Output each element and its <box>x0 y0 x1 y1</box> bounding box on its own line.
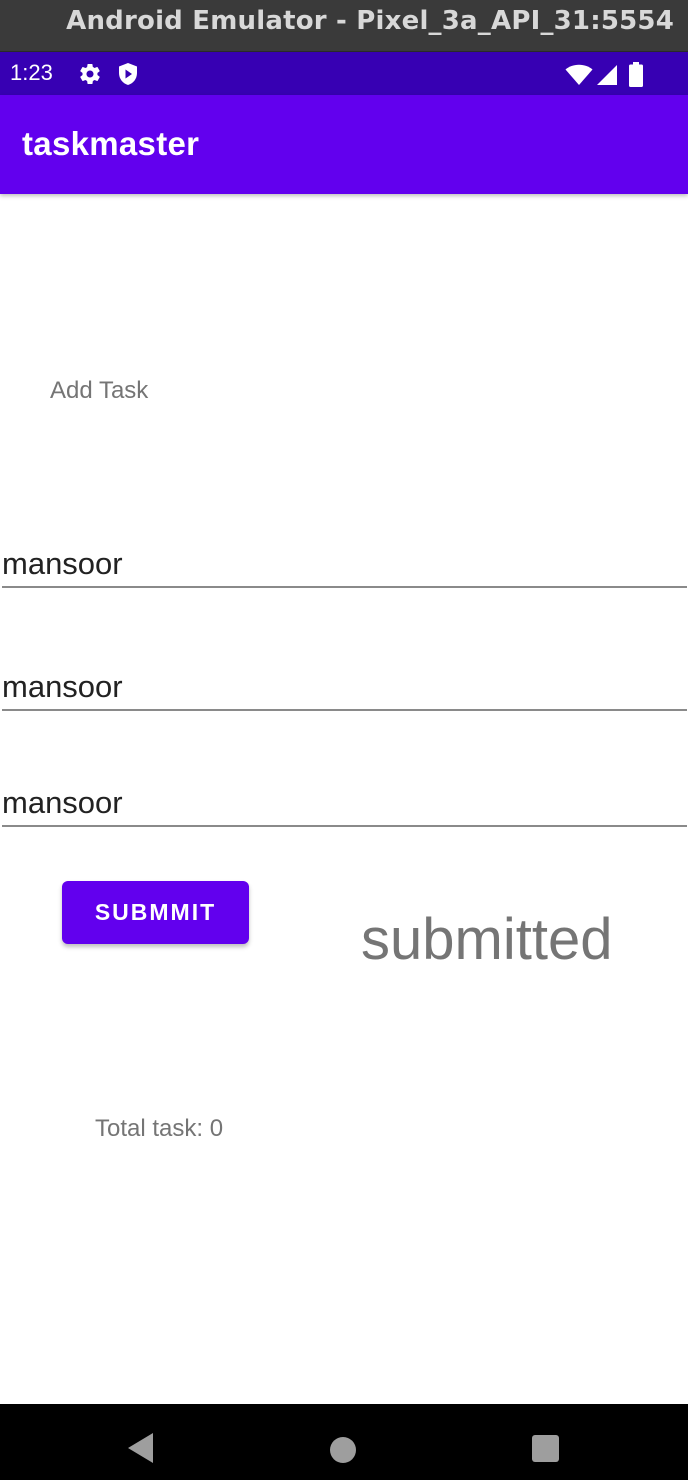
signal-icon <box>597 65 617 85</box>
recents-icon[interactable] <box>532 1435 559 1462</box>
wifi-icon <box>565 64 593 85</box>
task-state-field[interactable]: mansoor <box>2 767 687 827</box>
gear-icon <box>80 64 100 85</box>
emulator-window-titlebar: Android Emulator - Pixel_3a_API_31:5554 <box>0 0 688 52</box>
total-task-count: Total task: 0 <box>95 1115 224 1142</box>
submit-button-label: SUBMMIT <box>94 899 217 925</box>
task-title-field[interactable]: mansoor <box>2 528 687 588</box>
app-title: taskmaster <box>22 125 200 162</box>
add-task-heading: Add Task <box>50 377 149 404</box>
status-bar: 1:23 <box>0 52 688 95</box>
back-icon[interactable] <box>127 1432 155 1464</box>
system-navigation-bar <box>0 1404 688 1480</box>
task-body-value: mansoor <box>2 669 123 704</box>
task-state-value: mansoor <box>2 785 123 820</box>
task-title-value: mansoor <box>2 546 123 581</box>
battery-icon <box>629 62 643 87</box>
shield-icon <box>119 63 137 85</box>
home-icon[interactable] <box>329 1436 357 1464</box>
submit-button[interactable]: SUBMMIT <box>62 881 249 944</box>
emulator-window-title: Android Emulator - Pixel_3a_API_31:5554 <box>66 6 674 36</box>
task-body-field[interactable]: mansoor <box>2 651 687 711</box>
app-bar: taskmaster <box>0 95 688 194</box>
status-time: 1:23 <box>10 60 53 85</box>
submitted-status-text: submitted <box>361 907 613 972</box>
